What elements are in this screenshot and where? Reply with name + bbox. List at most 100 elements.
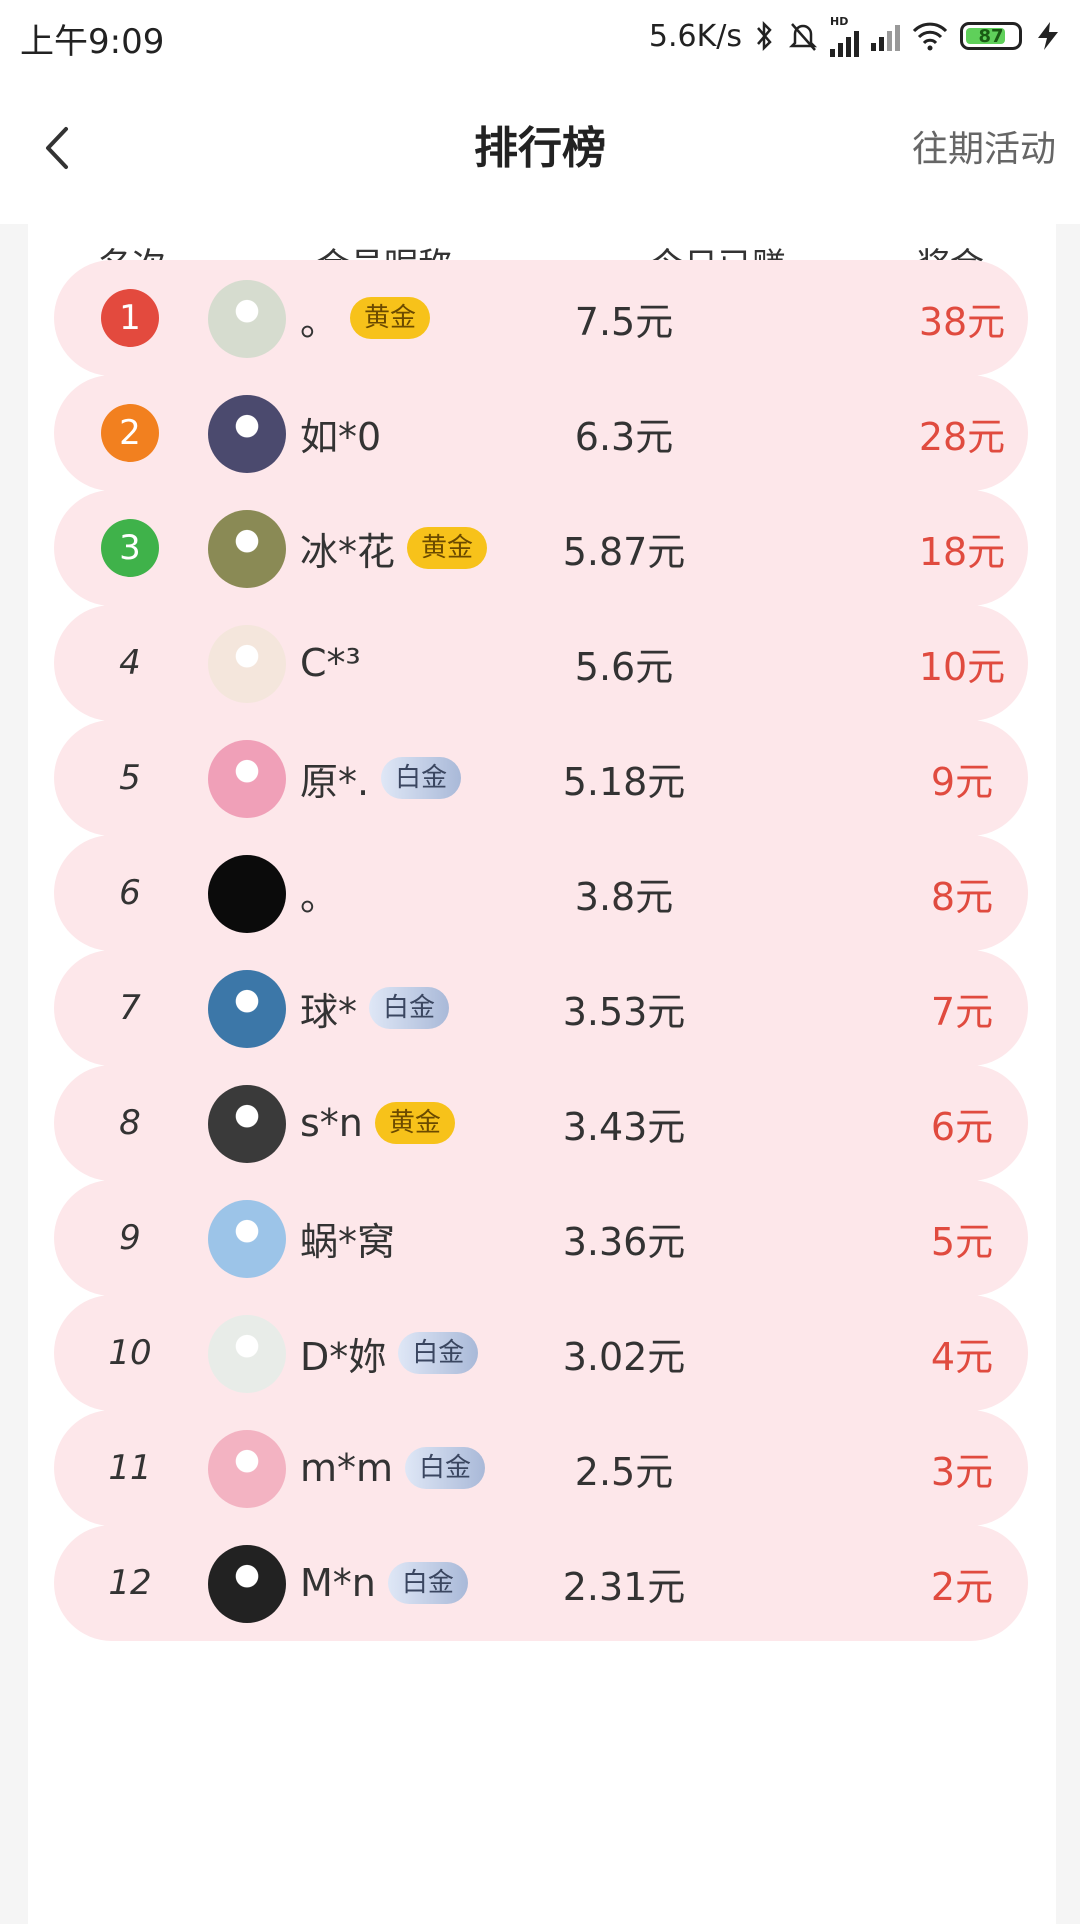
wifi-icon <box>912 22 948 51</box>
avatar[interactable] <box>208 395 286 473</box>
nickname-cell: C*³ <box>300 605 361 721</box>
member-nickname: 冰*花 <box>300 529 396 574</box>
rank-number: 10 <box>108 1333 152 1373</box>
earned-today-value: 3.53元 <box>562 989 686 1034</box>
member-level-badge: 白金 <box>387 1562 468 1604</box>
member-level-badge: 黄金 <box>374 1102 455 1144</box>
rank-cell: 8 <box>54 1065 206 1181</box>
member-level-badge: 白金 <box>398 1332 479 1374</box>
avatar[interactable] <box>208 280 286 358</box>
member-level-badge: 白金 <box>381 757 462 799</box>
avatar[interactable] <box>208 1545 286 1623</box>
member-nickname: 球* <box>300 989 358 1034</box>
status-bar: 上午9:09 5.6K/s HD 87 <box>0 0 1080 72</box>
prize-value: 8元 <box>930 874 994 919</box>
prize-value: 3元 <box>930 1449 994 1494</box>
earned-today-value: 7.5元 <box>574 299 674 344</box>
bell-muted-icon <box>788 23 818 51</box>
earned-today-value: 6.3元 <box>574 414 674 459</box>
rank-cell: 2 <box>54 375 206 491</box>
member-level-badge: 白金 <box>405 1447 486 1489</box>
prize-value: 28元 <box>918 414 1006 459</box>
prize-value: 38元 <box>918 299 1006 344</box>
earned-today-value: 2.5元 <box>574 1449 674 1494</box>
rank-number: 9 <box>119 1218 141 1258</box>
earned-today-value: 3.36元 <box>562 1219 686 1264</box>
avatar[interactable] <box>208 625 286 703</box>
rank-number: 8 <box>119 1103 141 1143</box>
battery-icon: 87 <box>960 22 1022 50</box>
rank-cell: 7 <box>54 950 206 1066</box>
member-nickname: 如*0 <box>300 414 382 459</box>
rank-cell: 9 <box>54 1180 206 1296</box>
charging-icon <box>1038 22 1058 50</box>
rank-medal-badge: 3 <box>101 519 159 577</box>
member-nickname: 原*. <box>300 759 370 804</box>
member-level-badge: 黄金 <box>407 527 488 569</box>
avatar[interactable] <box>208 1430 286 1508</box>
nav-header: 排行榜 往期活动 <box>0 72 1080 224</box>
ranking-row: 2 如*0 6.3元 28元 <box>54 375 1028 491</box>
prize-value: 4元 <box>930 1334 994 1379</box>
nickname-cell: 原*. 白金 <box>300 720 462 836</box>
rank-cell: 3 <box>54 490 206 606</box>
earned-today-value: 5.87元 <box>562 529 686 574</box>
rank-number: 11 <box>108 1448 152 1488</box>
prize-value: 18元 <box>918 529 1006 574</box>
ranking-card: 名次 会员昵称 今日已赚 奖金 1。黄金7.5元38元2如*06.3元28元3冰… <box>28 224 1056 1924</box>
avatar[interactable] <box>208 510 286 588</box>
earned-today-value: 3.8元 <box>574 874 674 919</box>
member-level-badge: 白金 <box>369 987 450 1029</box>
member-nickname: s*n <box>300 1101 363 1145</box>
member-nickname: C*³ <box>300 641 361 685</box>
rank-number: 6 <box>119 873 141 913</box>
ranking-row: 10 D*妳 白金 3.02元 4元 <box>54 1295 1028 1411</box>
avatar[interactable] <box>208 1315 286 1393</box>
nickname-cell: 。 <box>300 835 338 951</box>
earned-today-value: 2.31元 <box>562 1564 686 1609</box>
ranking-row: 4 C*³ 5.6元 10元 <box>54 605 1028 721</box>
prize-value: 5元 <box>930 1219 994 1264</box>
avatar[interactable] <box>208 1200 286 1278</box>
nickname-cell: M*n 白金 <box>300 1525 468 1641</box>
rank-cell: 5 <box>54 720 206 836</box>
member-nickname: 蜗*窝 <box>300 1219 396 1264</box>
ranking-row: 5 原*. 白金 5.18元 9元 <box>54 720 1028 836</box>
rank-cell: 10 <box>54 1295 206 1411</box>
avatar[interactable] <box>208 740 286 818</box>
member-nickname: m*m <box>300 1446 394 1490</box>
avatar[interactable] <box>208 1085 286 1163</box>
ranking-row: 3 冰*花 黄金 5.87元 18元 <box>54 490 1028 606</box>
nickname-cell: s*n 黄金 <box>300 1065 455 1181</box>
rank-number: 5 <box>119 758 141 798</box>
member-nickname: M*n <box>300 1561 376 1605</box>
prize-value: 2元 <box>930 1564 994 1609</box>
earned-today-value: 3.02元 <box>562 1334 686 1379</box>
nickname-cell: m*m 白金 <box>300 1410 486 1526</box>
prize-value: 9元 <box>930 759 994 804</box>
past-events-link[interactable]: 往期活动 <box>912 120 1056 172</box>
ranking-row: 1 。黄金 7.5元 38元 <box>54 260 1028 376</box>
rank-cell: 4 <box>54 605 206 721</box>
rank-number: 12 <box>108 1563 152 1603</box>
earned-today-value: 5.18元 <box>562 759 686 804</box>
member-nickname: D*妳 <box>300 1334 387 1379</box>
nickname-cell: 如*0 <box>300 375 381 491</box>
rank-cell: 11 <box>54 1410 206 1526</box>
earned-today-value: 5.6元 <box>574 644 674 689</box>
rank-medal-badge: 2 <box>101 404 159 462</box>
prize-value: 10元 <box>918 644 1006 689</box>
status-time: 上午9:09 <box>20 22 165 62</box>
avatar[interactable] <box>208 970 286 1048</box>
prize-value: 7元 <box>930 989 994 1034</box>
status-icons: 5.6K/s HD 87 <box>649 12 1062 60</box>
signal-icon-2 <box>871 21 900 51</box>
rank-cell: 6 <box>54 835 206 951</box>
avatar[interactable] <box>208 855 286 933</box>
bluetooth-icon <box>757 20 772 52</box>
signal-hd: HD <box>830 16 859 57</box>
earned-today-value: 3.43元 <box>562 1104 686 1149</box>
signal-icon <box>830 27 859 57</box>
nickname-cell: 蜗*窝 <box>300 1180 395 1296</box>
ranking-row: 8 s*n 黄金 3.43元 6元 <box>54 1065 1028 1181</box>
